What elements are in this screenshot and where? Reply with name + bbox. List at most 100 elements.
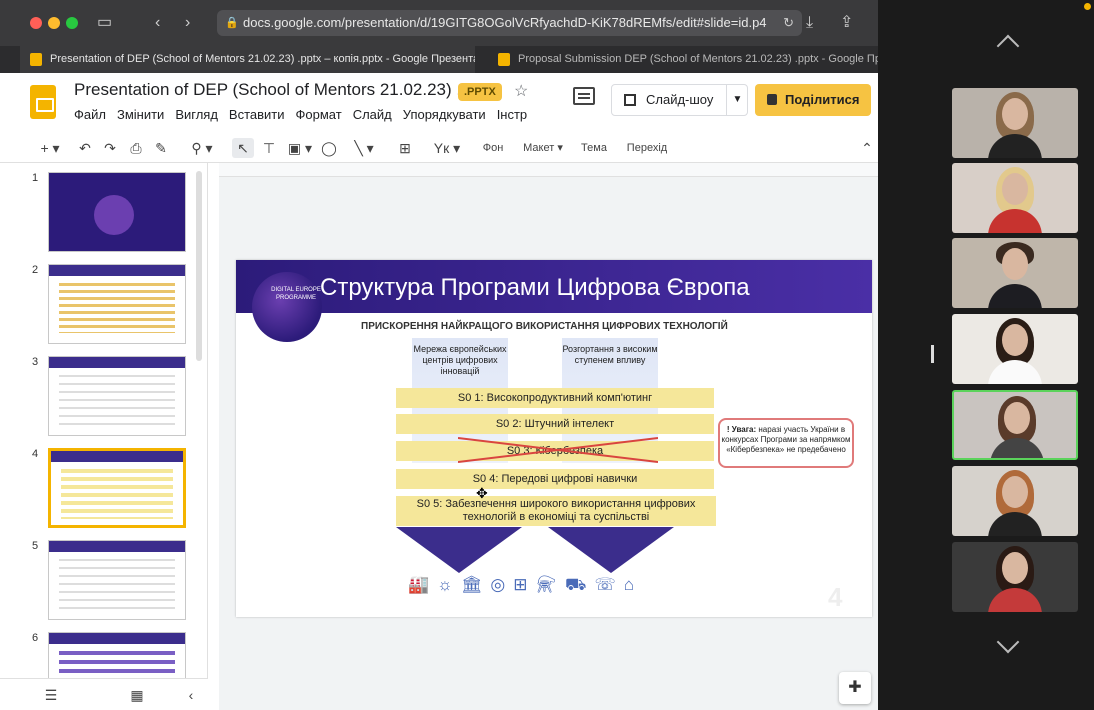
menu-file[interactable]: Файл (74, 107, 106, 122)
close-window-icon[interactable] (30, 17, 42, 29)
participant-tile[interactable] (952, 238, 1078, 308)
print-icon[interactable]: ⎙ (127, 138, 145, 158)
zoom-window-icon[interactable] (66, 17, 78, 29)
tab-label: Presentation of DEP (School of Mentors 2… (50, 53, 475, 65)
slide-subtitle[interactable]: ПРИСКОРЕННЯ НАЙКРАЩОГО ВИКОРИСТАННЯ ЦИФР… (361, 321, 728, 332)
image-icon[interactable]: ▣ ▾ (285, 138, 315, 158)
list-view-icon[interactable]: ☰ (42, 685, 60, 705)
address-bar[interactable]: 🔒 docs.google.com/presentation/d/19GITG8… (217, 10, 802, 36)
grid-view-icon[interactable]: ▦ (128, 685, 146, 705)
pillar-left-label[interactable]: Мережа європейських центрів цифрових інн… (412, 344, 508, 377)
line-icon[interactable]: ╲ ▾ (348, 138, 380, 158)
slide-number: 5 (32, 540, 39, 552)
program-logo (252, 272, 322, 342)
menu-edit[interactable]: Змінити (117, 107, 164, 122)
transition-button[interactable]: Перехід (624, 138, 670, 158)
new-slide-icon[interactable]: + ▾ (35, 138, 65, 158)
strikethrough-mark (458, 437, 658, 463)
menu-slide[interactable]: Слайд (353, 107, 392, 122)
participant-avatar (980, 466, 1050, 536)
menu-tools[interactable]: Інстр (497, 107, 527, 122)
filmstrip-footer: ☰ ▦ ‹ (0, 678, 208, 710)
input-tools-button[interactable]: Yк ▾ (430, 138, 464, 158)
collapse-filmstrip-icon[interactable]: ‹ (184, 685, 198, 705)
slide-thumbnail[interactable] (48, 540, 186, 620)
input-tools-label: Yк (433, 140, 450, 156)
slide-thumbnail[interactable] (48, 356, 186, 436)
slide-thumbnail[interactable] (48, 172, 186, 252)
reload-icon[interactable]: ↻ (783, 10, 794, 36)
comment-add-icon[interactable]: ⊞ (396, 138, 414, 158)
zoom-icon[interactable]: ⚲ ▾ (186, 138, 218, 158)
slideshow-button[interactable]: Слайд-шоу ▼ (611, 84, 748, 116)
tab-label: Proposal Submission DEP (School of Mento… (518, 53, 878, 65)
slide-number: 4 (32, 448, 39, 460)
browser-window: ▭ ‹ › 🔒 docs.google.com/presentation/d/1… (0, 0, 878, 710)
sidebar-icon[interactable]: ▭ (97, 13, 112, 33)
chevron-down-icon[interactable]: ▼ (726, 85, 748, 115)
slide-number: 1 (32, 172, 39, 184)
shape-icon[interactable]: ◯ (320, 138, 338, 158)
browser-tab-active[interactable]: Presentation of DEP (School of Mentors 2… (20, 46, 475, 73)
participant-tile-speaking[interactable] (952, 390, 1078, 460)
download-icon[interactable]: ⤓ (806, 13, 813, 33)
objective-row[interactable]: S0 4: Передові цифрові навички (396, 469, 714, 489)
menu-format[interactable]: Формат (296, 107, 342, 122)
chevron-up-icon[interactable]: ⌃ (860, 138, 874, 158)
undo-icon[interactable]: ↶ (76, 138, 94, 158)
share-label: Поділитися (785, 92, 860, 107)
notice-box[interactable]: ! Увага: наразі участь України в конкурс… (718, 418, 854, 468)
menu-insert[interactable]: Вставити (229, 107, 285, 122)
factory-icon: 🏭 (408, 575, 438, 594)
slide-title[interactable]: Структура Програми Цифрова Європа (320, 274, 750, 302)
slides-logo-icon[interactable] (30, 85, 56, 119)
slide-number: 3 (32, 356, 39, 368)
participant-tile[interactable] (952, 163, 1078, 233)
explore-button[interactable]: ✚ (839, 672, 871, 704)
tab-bar: Presentation of DEP (School of Mentors 2… (0, 46, 878, 73)
text-box-icon[interactable]: ⊤ (260, 138, 278, 158)
menu-view[interactable]: Вигляд (175, 107, 218, 122)
minimize-window-icon[interactable] (48, 17, 60, 29)
document-title[interactable]: Presentation of DEP (School of Mentors 2… (74, 80, 471, 100)
slide[interactable]: DIGITAL EUROPE PROGRAMME Структура Прогр… (236, 260, 872, 617)
file-format-badge: .PPTX (458, 83, 502, 101)
pillar-right-label[interactable]: Розгортання з високим ступенем впливу (562, 344, 658, 366)
share-button[interactable]: Поділитися (755, 84, 871, 116)
participant-tile[interactable] (952, 466, 1078, 536)
background-button[interactable]: Фон (478, 138, 508, 158)
paint-format-icon[interactable]: ✎ (152, 138, 170, 158)
participant-tile[interactable] (952, 314, 1078, 384)
filmstrip-scrollbar[interactable] (196, 171, 202, 361)
theme-button[interactable]: Тема (578, 138, 610, 158)
ruler (219, 163, 878, 177)
comments-icon[interactable] (573, 87, 595, 105)
layout-label: Макет (523, 142, 555, 154)
star-icon[interactable]: ☆ (514, 81, 528, 101)
participant-tile[interactable] (952, 88, 1078, 158)
slide-thumbnail-selected[interactable] (48, 448, 186, 528)
back-icon[interactable]: ‹ (155, 13, 160, 33)
slide-thumbnail[interactable] (48, 264, 186, 344)
share-icon[interactable]: ⇪ (840, 13, 853, 33)
redo-icon[interactable]: ↷ (101, 138, 119, 158)
move-cursor-icon: ✥ (476, 485, 488, 501)
participant-avatar (980, 542, 1050, 612)
browser-tab[interactable]: Proposal Submission DEP (School of Mento… (488, 46, 878, 73)
objective-row[interactable]: S0 2: Штучний інтелект (396, 414, 714, 434)
select-icon[interactable]: ↖ (232, 138, 254, 158)
panel-resize-handle[interactable] (931, 345, 934, 363)
menu-arrange[interactable]: Упорядкувати (403, 107, 486, 122)
objective-row[interactable]: S0 1: Високопродуктивний комп'ютинг (396, 388, 714, 408)
slide-thumbnail[interactable] (48, 632, 186, 678)
microscope-icon: ⚗ (535, 575, 566, 594)
participant-tile[interactable] (952, 542, 1078, 612)
forward-icon[interactable]: › (185, 13, 190, 33)
objective-row[interactable]: S0 5: Забезпечення широкого використання… (396, 496, 716, 526)
layout-button[interactable]: Макет ▾ (520, 138, 566, 158)
government-icon: 🏛 (460, 575, 491, 594)
participant-avatar (980, 163, 1050, 233)
participant-avatar (980, 314, 1050, 384)
screen: ▭ ‹ › 🔒 docs.google.com/presentation/d/1… (0, 0, 1094, 710)
url-text: docs.google.com/presentation/d/19GITG8OG… (243, 15, 767, 30)
